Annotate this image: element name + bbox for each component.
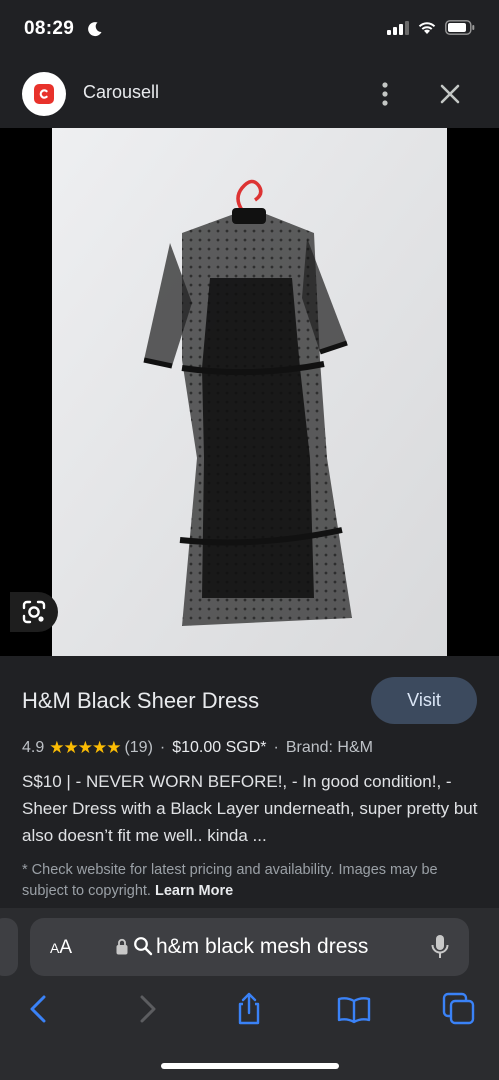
home-indicator[interactable]	[161, 1063, 339, 1069]
lock-icon	[116, 938, 128, 955]
rating-stars: ★★★★★	[49, 738, 121, 757]
rating-value: 4.9	[22, 739, 45, 756]
moon-icon	[88, 22, 102, 37]
product-meta: 4.9 ★★★★★ (19) · $10.00 SGD* · Brand: H&…	[22, 738, 373, 758]
search-icon	[134, 937, 153, 956]
carousell-logo[interactable]	[22, 72, 66, 116]
site-name[interactable]: Carousell	[83, 82, 159, 103]
visit-button[interactable]: Visit	[371, 677, 477, 724]
wifi-icon	[418, 21, 436, 34]
text-size-button[interactable]: AA	[50, 937, 72, 959]
product-brand: Brand: H&M	[285, 739, 373, 756]
learn-more-link[interactable]: Learn More	[155, 883, 233, 899]
dress-photo	[52, 128, 447, 656]
product-description: S$10 | - NEVER WORN BEFORE!, - In good c…	[22, 772, 478, 845]
bookmarks-icon[interactable]	[337, 992, 371, 1026]
product-info-panel: H&M Black Sheer Dress Visit 4.9 ★★★★★ (1…	[0, 656, 499, 908]
address-bar[interactable]: AA h&m black mesh dress	[30, 918, 469, 976]
product-title[interactable]: H&M Black Sheer Dress	[22, 688, 259, 714]
product-image[interactable]	[52, 128, 447, 656]
image-viewer[interactable]	[0, 128, 499, 656]
share-icon[interactable]	[232, 992, 266, 1026]
browser-chrome: AA h&m black mesh dress	[0, 908, 499, 1080]
close-icon[interactable]	[436, 80, 464, 108]
battery-icon	[445, 20, 475, 35]
forward-icon[interactable]	[130, 992, 164, 1026]
google-lens-button[interactable]	[10, 592, 58, 632]
url-query[interactable]: h&m black mesh dress	[156, 935, 368, 959]
copyright-notice: * Check website for latest pricing and a…	[22, 860, 482, 902]
source-header: Carousell	[0, 60, 499, 128]
carousell-logo-icon	[34, 84, 54, 104]
browser-toolbar	[0, 992, 499, 1026]
google-lens-icon	[22, 600, 46, 624]
status-time: 08:29	[24, 18, 75, 39]
product-price: $10.00 SGD*	[172, 739, 267, 756]
review-count: (19)	[124, 739, 153, 756]
mic-icon[interactable]	[430, 933, 450, 961]
separator-dot: ·	[273, 739, 279, 756]
signal-icon	[387, 20, 409, 35]
status-bar: 08:29	[0, 0, 499, 60]
previous-tab-peek[interactable]	[0, 918, 18, 976]
more-vert-icon[interactable]	[376, 80, 394, 108]
back-icon[interactable]	[22, 992, 56, 1026]
separator-dot: ·	[159, 739, 166, 756]
tabs-icon[interactable]	[442, 992, 476, 1026]
